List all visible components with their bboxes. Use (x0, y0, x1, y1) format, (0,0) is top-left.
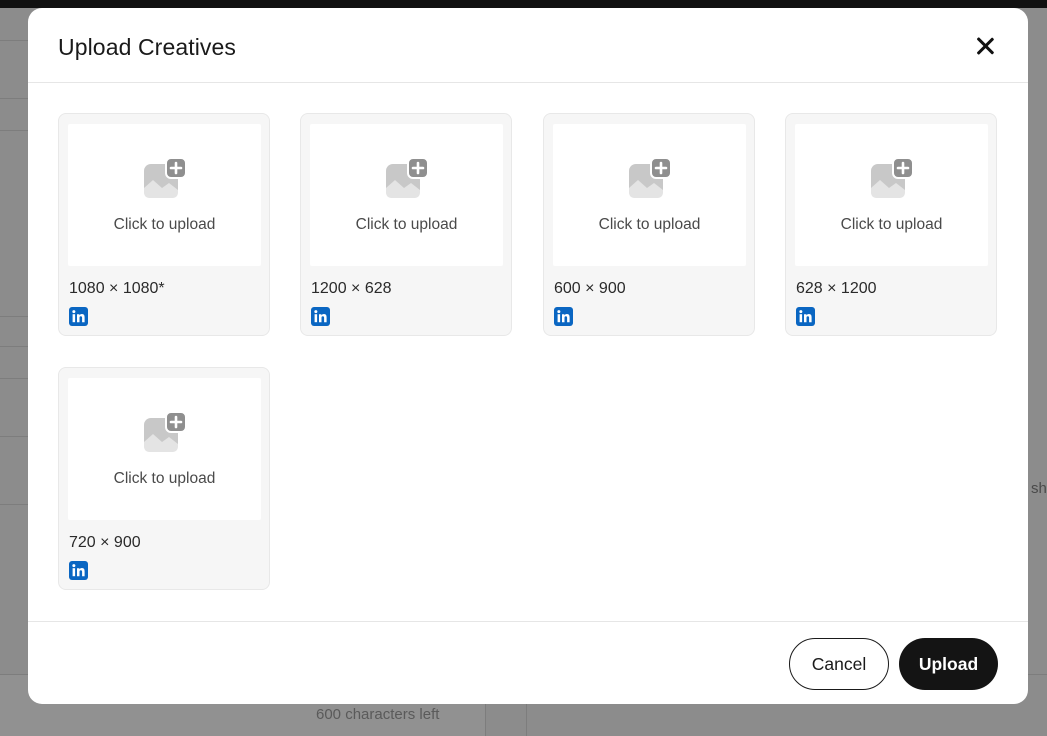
background-divider (0, 504, 28, 505)
background-divider (0, 346, 28, 347)
upload-slot-card: Click to upload 1080 × 1080* (58, 113, 270, 336)
dialog-header: Upload Creatives (28, 8, 1028, 83)
upload-slot-card: Click to upload 720 × 900 (58, 367, 270, 590)
upload-creatives-dialog: Upload Creatives Click to upload 1080 × … (28, 8, 1028, 704)
upload-button[interactable]: Upload (899, 638, 998, 690)
cancel-button[interactable]: Cancel (789, 638, 889, 690)
image-add-icon (144, 158, 186, 198)
dimension-label: 1200 × 628 (311, 280, 392, 297)
dimension-label: 720 × 900 (69, 534, 141, 551)
close-icon[interactable] (976, 37, 994, 55)
linkedin-icon (311, 307, 330, 326)
background-divider (0, 40, 28, 41)
linkedin-icon (69, 561, 88, 580)
dimension-label: 1080 × 1080* (69, 280, 165, 297)
image-add-icon (871, 158, 913, 198)
click-to-upload-label: Click to upload (355, 216, 458, 233)
upload-drop-zone[interactable]: Click to upload (68, 378, 261, 520)
characters-left-text: 600 characters left (316, 706, 440, 723)
dialog-footer: Cancel Upload (28, 621, 1028, 704)
background-right-text: sh (1031, 480, 1047, 497)
upload-drop-zone[interactable]: Click to upload (553, 124, 746, 266)
linkedin-icon (69, 307, 88, 326)
linkedin-icon (796, 307, 815, 326)
upload-drop-zone[interactable]: Click to upload (310, 124, 503, 266)
background-divider (0, 130, 28, 131)
click-to-upload-label: Click to upload (840, 216, 943, 233)
click-to-upload-label: Click to upload (113, 470, 216, 487)
upload-slot-card: Click to upload 600 × 900 (543, 113, 755, 336)
background-divider (0, 316, 28, 317)
dialog-title: Upload Creatives (58, 34, 237, 60)
background-divider (0, 378, 28, 379)
upload-slot-card: Click to upload 628 × 1200 (785, 113, 997, 336)
background-divider (0, 436, 28, 437)
dimension-label: 628 × 1200 (796, 280, 877, 297)
image-add-icon (629, 158, 671, 198)
dimension-label: 600 × 900 (554, 280, 626, 297)
upload-slot-card: Click to upload 1200 × 628 (300, 113, 512, 336)
image-add-icon (144, 412, 186, 452)
linkedin-icon (554, 307, 573, 326)
background-divider (0, 98, 28, 99)
upload-drop-zone[interactable]: Click to upload (68, 124, 261, 266)
upload-grid: Click to upload 1080 × 1080* Click to up… (28, 83, 1028, 621)
upload-drop-zone[interactable]: Click to upload (795, 124, 988, 266)
click-to-upload-label: Click to upload (598, 216, 701, 233)
background-topbar (0, 0, 1047, 8)
image-add-icon (386, 158, 428, 198)
click-to-upload-label: Click to upload (113, 216, 216, 233)
